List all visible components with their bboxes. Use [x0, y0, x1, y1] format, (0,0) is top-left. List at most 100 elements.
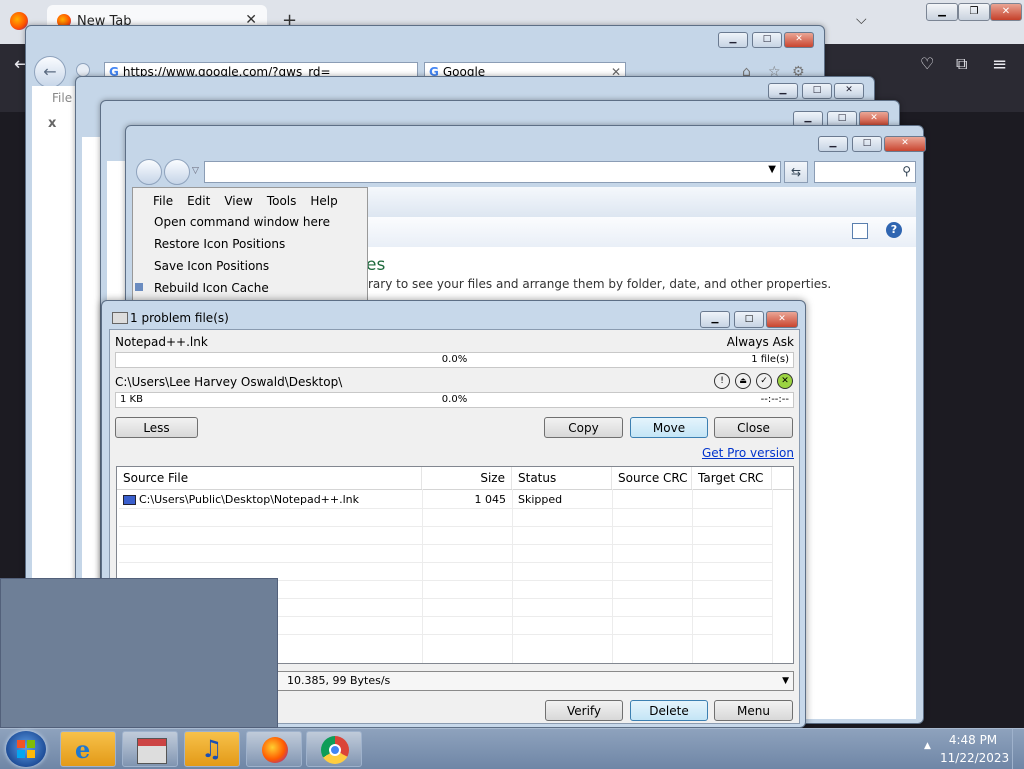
- ie-maximize-button[interactable]: □: [752, 32, 782, 48]
- size-progress-bar: 1 KB 0.0% --:--:--: [115, 392, 794, 408]
- delete-button[interactable]: Delete: [630, 700, 708, 721]
- speed-dropdown-icon: ▼: [782, 676, 789, 686]
- explorer-maximize-button[interactable]: □: [852, 136, 882, 152]
- show-desktop-button[interactable]: [1012, 729, 1024, 769]
- destination-path: C:\Users\Lee Harvey Oswald\Desktop\: [115, 375, 343, 389]
- file-progress-percent: 0.0%: [441, 354, 468, 365]
- cancel-x-icon[interactable]: ✕: [777, 373, 793, 389]
- eject-icon[interactable]: ⏏: [735, 373, 751, 389]
- row-gridline: [119, 544, 773, 545]
- column-status[interactable]: Status: [512, 467, 612, 489]
- ie-forward-icon[interactable]: [76, 63, 90, 77]
- get-pro-link[interactable]: Get Pro version: [702, 446, 794, 460]
- hamburger-menu-icon[interactable]: ≡: [992, 54, 1007, 75]
- firefox-close-button[interactable]: ✕: [990, 3, 1022, 21]
- firefox-minimize-button[interactable]: ▁: [926, 3, 958, 21]
- column-divider: [422, 489, 423, 663]
- file-progress-bar: 0.0% 1 file(s): [115, 352, 794, 368]
- menu-item-open-command-window[interactable]: Open command window here: [154, 215, 330, 229]
- rebuild-cache-icon: [135, 283, 143, 291]
- search-icon: ⚲: [902, 164, 911, 178]
- info-icon[interactable]: !: [714, 373, 730, 389]
- explorer-minimize-button[interactable]: ▁: [818, 136, 848, 152]
- explorer-address-bar[interactable]: ▼: [204, 161, 781, 183]
- dialog-close-button[interactable]: ✕: [766, 311, 798, 328]
- taskbar-file-manager[interactable]: [122, 731, 178, 767]
- preview-pane-icon[interactable]: [852, 223, 868, 239]
- column-source-crc[interactable]: Source CRC: [612, 467, 692, 489]
- column-divider: [772, 489, 773, 663]
- row-gridline: [119, 562, 773, 563]
- clock-time[interactable]: 4:48 PM: [940, 733, 1006, 747]
- explorer-close-button[interactable]: ✕: [884, 136, 926, 152]
- row-source-file: C:\Users\Public\Desktop\Notepad++.lnk: [139, 493, 360, 506]
- size-progress-percent: 0.0%: [441, 394, 468, 405]
- extensions-icon[interactable]: ⧉: [956, 54, 967, 74]
- taskbar-ie[interactable]: e: [60, 731, 116, 767]
- explorer-back-icon[interactable]: [136, 159, 162, 185]
- tab-list-chevron-icon[interactable]: ⌵: [856, 12, 867, 28]
- ie-back-icon[interactable]: ←: [34, 56, 66, 88]
- explorer3-close-button[interactable]: ✕: [834, 83, 864, 99]
- row-gridline: [119, 526, 773, 527]
- menu-item-restore-icon-positions[interactable]: Restore Icon Positions: [154, 237, 285, 251]
- explorer3-maximize-button[interactable]: □: [802, 83, 832, 99]
- ie-notification-close[interactable]: x: [48, 116, 56, 131]
- row-status: Skipped: [518, 493, 563, 506]
- column-divider: [692, 489, 693, 663]
- taskbar-firefox[interactable]: [246, 731, 302, 767]
- column-target-crc[interactable]: Target CRC: [692, 467, 772, 489]
- menu-edit[interactable]: Edit: [187, 194, 210, 208]
- row-gridline: [119, 508, 773, 509]
- overwrite-mode: Always Ask: [726, 335, 794, 349]
- file-cabinet-icon: [137, 738, 167, 764]
- column-size[interactable]: Size: [422, 467, 512, 489]
- shortcut-file-icon: [123, 495, 136, 505]
- firefox-restore-button[interactable]: ❐: [958, 3, 990, 21]
- less-button[interactable]: Less: [115, 417, 198, 438]
- menu-item-rebuild-icon-cache[interactable]: Rebuild Icon Cache: [154, 281, 269, 295]
- dialog-minimize-button[interactable]: ▁: [700, 311, 730, 328]
- move-button[interactable]: Move: [630, 417, 708, 438]
- internet-explorer-icon: e: [75, 735, 91, 764]
- taskbar-chrome[interactable]: [306, 731, 362, 767]
- column-divider: [612, 489, 613, 663]
- music-note-icon: ♫: [201, 735, 223, 763]
- recent-pages-chevron-icon[interactable]: ▽: [192, 166, 199, 176]
- pocket-icon[interactable]: ♡: [920, 54, 934, 73]
- address-dropdown-icon[interactable]: ▼: [768, 164, 776, 175]
- refresh-icon[interactable]: ⇆: [784, 161, 808, 183]
- close-button[interactable]: Close: [714, 417, 793, 438]
- verify-button[interactable]: Verify: [545, 700, 623, 721]
- help-icon[interactable]: ?: [886, 222, 902, 238]
- start-button[interactable]: [6, 731, 46, 767]
- show-hidden-icons-icon[interactable]: ▲: [924, 741, 931, 751]
- explorer-forward-icon[interactable]: [164, 159, 190, 185]
- explorer-search-input[interactable]: ⚲: [814, 161, 916, 183]
- firefox-icon: [262, 737, 288, 763]
- clock-date[interactable]: 11/22/2023: [940, 751, 1009, 765]
- chrome-icon: [321, 736, 349, 764]
- column-source-file[interactable]: Source File: [117, 467, 422, 489]
- taskbar-itunes[interactable]: ♫: [184, 731, 240, 767]
- ie-minimize-button[interactable]: ▁: [718, 32, 748, 48]
- explorer-menu: File Edit View Tools Help Open command windo…: [132, 187, 368, 301]
- dialog-title: 1 problem file(s): [130, 311, 229, 325]
- explorer3-minimize-button[interactable]: ▁: [768, 83, 798, 99]
- ie-menu-file[interactable]: File: [52, 91, 72, 105]
- menu-view[interactable]: View: [224, 194, 252, 208]
- menu-tools[interactable]: Tools: [267, 194, 297, 208]
- ie-close-button[interactable]: ✕: [784, 32, 814, 48]
- menu-button[interactable]: Menu: [714, 700, 793, 721]
- menu-bar: File Edit View Tools Help: [153, 194, 352, 208]
- table-row[interactable]: C:\Users\Public\Desktop\Notepad++.lnk 1 …: [117, 491, 793, 508]
- check-icon[interactable]: ✓: [756, 373, 772, 389]
- dialog-maximize-button[interactable]: □: [734, 311, 764, 328]
- windows-logo-icon: [17, 740, 25, 748]
- taskbar-thumbnail-preview[interactable]: [0, 578, 278, 728]
- menu-item-save-icon-positions[interactable]: Save Icon Positions: [154, 259, 269, 273]
- menu-help[interactable]: Help: [310, 194, 337, 208]
- copy-button[interactable]: Copy: [544, 417, 623, 438]
- menu-file[interactable]: File: [153, 194, 173, 208]
- column-divider: [512, 489, 513, 663]
